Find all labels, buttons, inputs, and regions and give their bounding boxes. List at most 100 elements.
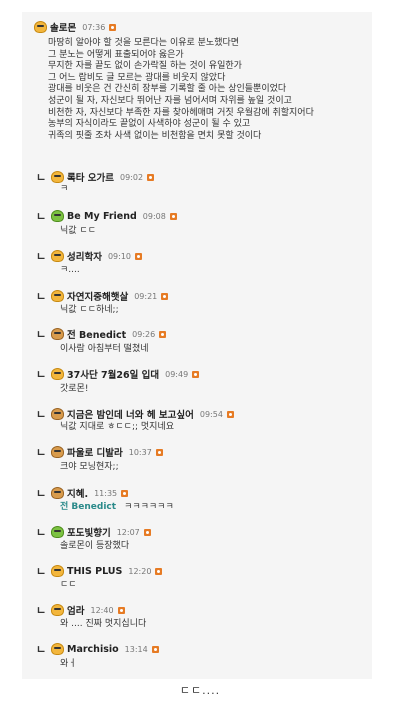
comment-line: 그 분노는 어떻게 표출되어야 옳은가 [48, 49, 184, 60]
reply-header: ㄴ THIS PLUS 12:20 [36, 563, 163, 579]
reply-nickname[interactable]: Be My Friend [67, 211, 137, 222]
level-icon [51, 210, 64, 222]
reply-arrow-icon: ㄴ [36, 526, 46, 539]
reply-arrow-icon: ㄴ [36, 604, 46, 617]
reply-arrow-icon: ㄴ [36, 328, 46, 341]
reply-header: ㄴ 자연지중해햇살 09:21 [36, 288, 169, 304]
level-icon [51, 643, 64, 655]
reply-time: 12:20 [128, 566, 152, 576]
new-badge-icon [143, 528, 151, 536]
level-icon [51, 328, 64, 340]
reply-arrow-icon: ㄴ [36, 210, 46, 223]
reply-text: ㅋ.... [60, 265, 80, 275]
reply-text: 닉값 ㄷㄷ하네;; [60, 305, 119, 315]
new-badge-icon [155, 448, 163, 456]
reply-time: 13:14 [124, 644, 148, 654]
reply-time: 09:21 [134, 291, 158, 301]
reply-header: ㄴ Be My Friend 09:08 [36, 208, 177, 224]
level-icon [51, 368, 64, 380]
reply-header: ㄴ 지금은 밤인데 너와 헤 보고싶어 09:54 [36, 406, 234, 422]
reply-nickname[interactable]: 록타 오가르 [67, 170, 114, 184]
comment-body: 마땅히 알아야 할 것을 모른다는 이유로 분노했다면 그 분노는 어떻게 표출… [48, 38, 314, 142]
new-badge-icon [109, 23, 117, 31]
reply-nickname[interactable]: Marchisio [67, 644, 119, 655]
reply-text: ㅋ [60, 184, 69, 194]
comment-nickname[interactable]: 솔로몬 [50, 20, 76, 34]
new-badge-icon [117, 606, 125, 614]
reply-time: 09:49 [165, 369, 189, 379]
reply-text-body: ㅋㅋㅋㅋㅋㅋ [124, 502, 174, 512]
comment-line: 무지한 자를 끝도 없이 손가락질 하는 것이 유일한가 [48, 61, 242, 72]
reply-text: 솔로몬이 등장했다 [60, 541, 130, 551]
level-icon [51, 446, 64, 458]
reply-time: 09:26 [132, 329, 156, 339]
reply-nickname[interactable]: THIS PLUS [67, 566, 122, 577]
reply-arrow-icon: ㄴ [36, 290, 46, 303]
comment-line: 광대를 비웃은 건 간신히 장부를 기록할 줄 아는 상인들뿐이었다 [48, 84, 287, 95]
new-badge-icon [161, 292, 169, 300]
reply-header: ㄴ 37사단 7월26일 입대 09:49 [36, 366, 200, 382]
reply-header: ㄴ 록타 오가르 09:02 [36, 169, 155, 185]
comment-time: 07:36 [82, 22, 106, 32]
comment-line: 그 어느 랍비도 글 모르는 광대를 비웃지 않았다 [48, 72, 226, 83]
new-badge-icon [135, 252, 143, 260]
reply-arrow-icon: ㄴ [36, 565, 46, 578]
reply-arrow-icon: ㄴ [36, 446, 46, 459]
mention-link[interactable]: 전 Benedict [60, 502, 116, 512]
reply-nickname[interactable]: 자연지중해햇살 [67, 289, 128, 303]
reply-nickname[interactable]: 포도빛향기 [67, 525, 111, 539]
new-badge-icon [151, 645, 159, 653]
new-badge-icon [159, 330, 167, 338]
new-badge-icon [155, 567, 163, 575]
reply-time: 09:54 [199, 409, 223, 419]
reply-text: 와 .... 진짜 멋지십니다 [60, 619, 147, 629]
new-badge-icon [226, 410, 234, 418]
reply-header: ㄴ 전 Benedict 09:26 [36, 326, 167, 342]
reply-time: 09:02 [120, 172, 144, 182]
reply-text: 갓로몬! [60, 384, 89, 394]
reply-header: ㄴ Marchisio 13:14 [36, 641, 159, 657]
reply-text: 닉값 지대로 ㅎㄷㄷ;; 멋지네요 [60, 422, 175, 432]
reply-time: 11:35 [94, 488, 118, 498]
level-icon [51, 604, 64, 616]
level-icon [51, 487, 64, 499]
reply-header: ㄴ 지혜. 11:35 [36, 485, 129, 501]
comment-header: 솔로몬 07:36 [34, 20, 117, 34]
reply-nickname[interactable]: 지금은 밤인데 너와 헤 보고싶어 [67, 407, 194, 421]
reply-nickname[interactable]: 전 Benedict [67, 327, 126, 341]
level-icon [51, 290, 64, 302]
level-icon [51, 250, 64, 262]
reply-arrow-icon: ㄴ [36, 250, 46, 263]
comment-line: 농부의 자식이라도 끝없이 사색하야 성군이 될 수 있고 [48, 119, 251, 130]
reply-text: 크야 모닝현자;; [60, 462, 119, 472]
reply-time: 12:07 [116, 527, 140, 537]
comment-line: 성군이 될 자, 자신보다 뛰어난 자를 넘어서며 자위를 높일 것이고 [48, 95, 292, 106]
reply-text: 와ㅓ [60, 659, 77, 669]
comment-line: 비천한 자, 자신보다 부족한 자를 찾아헤매며 거짓 우월감에 취할지어다 [48, 107, 314, 118]
reply-nickname[interactable]: 파울로 디발라 [67, 445, 123, 459]
reply-time: 09:10 [107, 251, 132, 261]
level-icon [34, 21, 47, 33]
reply-nickname[interactable]: 37사단 7월26일 입대 [67, 367, 159, 381]
reply-arrow-icon: ㄴ [36, 643, 46, 656]
reply-arrow-icon: ㄴ [36, 408, 46, 421]
reply-header: ㄴ 포도빛향기 12:07 [36, 524, 151, 540]
reply-time: 10:37 [128, 447, 152, 457]
new-badge-icon [147, 173, 155, 181]
reply-nickname[interactable]: 엄라 [67, 603, 84, 617]
reply-header: ㄴ 엄라 12:40 [36, 602, 125, 618]
reply-time: 12:40 [90, 605, 114, 615]
reply-arrow-icon: ㄴ [36, 487, 46, 500]
reply-header: ㄴ 파울로 디발라 10:37 [36, 444, 163, 460]
reply-nickname[interactable]: 지혜. [67, 486, 88, 500]
new-badge-icon [192, 370, 200, 378]
new-badge-icon [121, 489, 129, 497]
level-icon [51, 408, 64, 420]
level-icon [51, 171, 64, 183]
reply-arrow-icon: ㄴ [36, 171, 46, 184]
level-icon [51, 526, 64, 538]
reply-text: 이사람 아침부터 떨쳤네 [60, 344, 149, 354]
reply-nickname[interactable]: 성리학자 [67, 249, 102, 263]
reply-text: 전 Benedict ㅋㅋㅋㅋㅋㅋ [60, 502, 174, 514]
comment-line: 귀족의 핏줄 조차 사색 없이는 비천함을 면치 못할 것이다 [48, 130, 262, 141]
